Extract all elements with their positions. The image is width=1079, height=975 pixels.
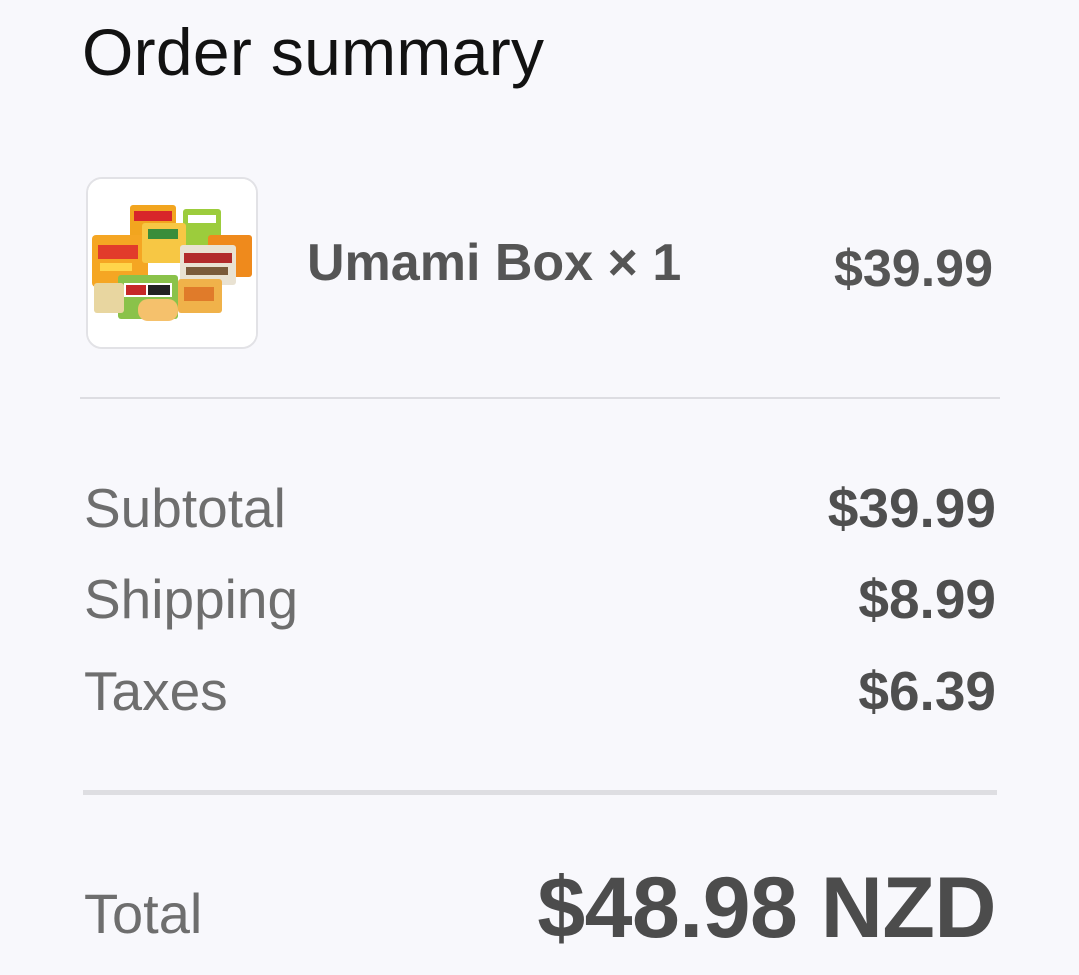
total-value: $48.98 NZD bbox=[537, 859, 996, 956]
product-name: Umami Box × 1 bbox=[307, 234, 682, 292]
product-thumbnail bbox=[86, 177, 258, 349]
total-divider bbox=[83, 790, 997, 795]
subtotal-row: Subtotal $39.99 bbox=[84, 475, 996, 541]
noodle-packets-icon bbox=[88, 179, 256, 347]
total-row: Total $48.98 NZD bbox=[84, 856, 996, 960]
shipping-value: $8.99 bbox=[858, 568, 996, 630]
divider bbox=[80, 397, 1000, 399]
shipping-row: Shipping $8.99 bbox=[84, 566, 996, 632]
page-title: Order summary bbox=[82, 15, 545, 89]
shipping-label: Shipping bbox=[84, 568, 299, 630]
taxes-label: Taxes bbox=[84, 660, 228, 722]
subtotal-label: Subtotal bbox=[84, 477, 286, 539]
total-label: Total bbox=[84, 881, 203, 945]
taxes-value: $6.39 bbox=[858, 660, 996, 722]
order-summary-panel: Order summary Umami Box × 1 $39.99 Subto… bbox=[0, 0, 1079, 975]
subtotal-value: $39.99 bbox=[827, 477, 996, 539]
taxes-row: Taxes $6.39 bbox=[84, 658, 996, 724]
product-price: $39.99 bbox=[833, 240, 993, 298]
